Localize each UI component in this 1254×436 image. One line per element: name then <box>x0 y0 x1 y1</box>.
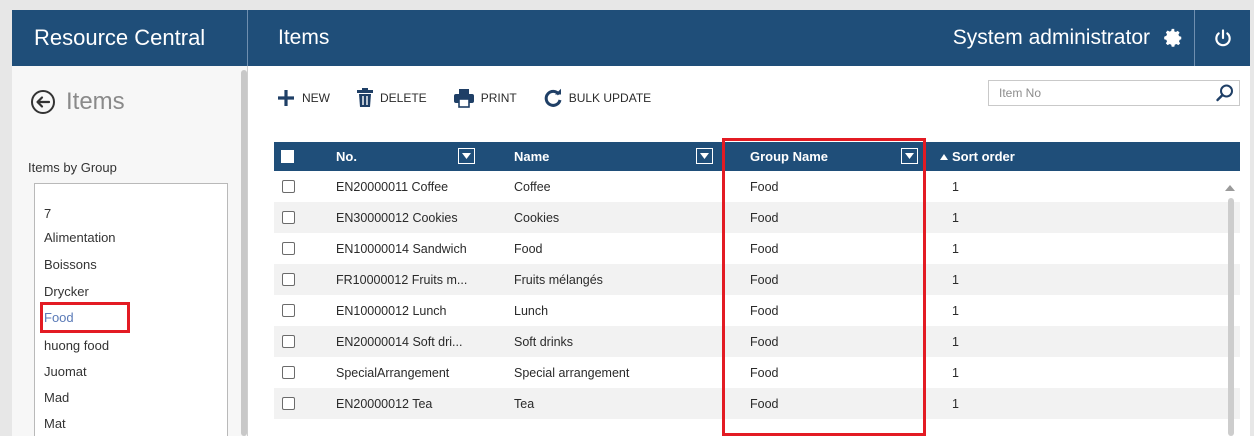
select-all-checkbox[interactable] <box>281 150 294 163</box>
group-item[interactable]: 7 <box>44 206 51 221</box>
new-button-label: NEW <box>302 91 330 105</box>
delete-button-label: DELETE <box>380 91 427 105</box>
cell-no: EN10000014 Sandwich <box>336 241 467 256</box>
user-name[interactable]: System administrator <box>953 26 1150 50</box>
app-window: Resource Central Items System administra… <box>12 10 1250 436</box>
row-checkbox[interactable] <box>282 180 295 193</box>
search-box <box>988 80 1240 106</box>
cell-name: Cookies <box>514 210 560 225</box>
new-button[interactable]: NEW <box>276 88 330 108</box>
printer-icon <box>453 89 474 108</box>
group-item[interactable]: huong food <box>44 338 109 353</box>
search-input[interactable] <box>989 81 1209 105</box>
cell-name: Fruits mélangés <box>514 272 603 287</box>
group-item[interactable]: Drycker <box>44 284 89 299</box>
grid-scrollbar[interactable] <box>1228 198 1234 436</box>
filter-no-button[interactable] <box>458 148 475 164</box>
refresh-icon <box>544 88 562 107</box>
highlight-box-food-group <box>40 302 130 333</box>
group-item[interactable]: Alimentation <box>44 230 116 245</box>
top-bar: Resource Central Items System administra… <box>12 10 1250 66</box>
panel-title: Items <box>66 88 125 115</box>
group-item[interactable]: Mad <box>44 390 69 405</box>
toolbar: NEW DELETE PRINT BULK UPDATE <box>276 86 677 110</box>
cell-no: EN20000012 Tea <box>336 396 433 411</box>
plus-icon <box>278 90 294 106</box>
row-checkbox[interactable] <box>282 211 295 224</box>
cell-sort-order: 1 <box>952 272 959 287</box>
app-title[interactable]: Resource Central <box>12 10 248 66</box>
cell-sort-order: 1 <box>952 365 959 380</box>
cell-sort-order: 1 <box>952 210 959 225</box>
cell-no: EN30000012 Cookies <box>336 210 458 225</box>
highlight-box-group-name-column <box>722 138 926 436</box>
column-header-no[interactable]: No. <box>336 142 357 171</box>
cell-sort-order: 1 <box>952 303 959 318</box>
filter-dropdown-icon <box>462 153 471 159</box>
group-item[interactable]: Juomat <box>44 364 87 379</box>
filter-dropdown-icon <box>700 153 709 159</box>
search-icon[interactable] <box>1215 83 1235 103</box>
back-navigation[interactable]: Items <box>30 82 125 122</box>
column-header-sort-order[interactable]: Sort order <box>940 142 1015 171</box>
logout-button[interactable] <box>1194 10 1250 66</box>
filter-name-button[interactable] <box>696 148 713 164</box>
print-button-label: PRINT <box>480 91 517 105</box>
power-icon <box>1214 29 1231 47</box>
scroll-up-arrow[interactable] <box>1225 178 1235 196</box>
delete-button[interactable]: DELETE <box>356 88 427 108</box>
bulk-update-button[interactable]: BULK UPDATE <box>543 88 651 108</box>
row-checkbox[interactable] <box>282 366 295 379</box>
sort-ascending-icon <box>940 153 948 160</box>
column-header-sort-order-label: Sort order <box>952 149 1015 164</box>
cell-no: EN20000014 Soft dri... <box>336 334 463 349</box>
bulk-update-button-label: BULK UPDATE <box>568 91 652 105</box>
column-header-name[interactable]: Name <box>514 142 549 171</box>
cell-no: EN20000011 Coffee <box>336 179 449 194</box>
left-panel-scrollbar[interactable] <box>241 70 247 436</box>
group-item[interactable]: Mat <box>44 416 66 431</box>
row-checkbox[interactable] <box>282 304 295 317</box>
cell-no: FR10000012 Fruits m... <box>336 272 468 287</box>
user-menu[interactable]: System administrator <box>953 10 1184 66</box>
group-item[interactable]: Boissons <box>44 257 97 272</box>
group-list-caption: Items by Group <box>28 160 117 175</box>
cell-name: Food <box>514 241 543 256</box>
cell-name: Tea <box>514 396 535 411</box>
cell-no: EN10000012 Lunch <box>336 303 447 318</box>
cell-name: Lunch <box>514 303 549 318</box>
cell-no: SpecialArrangement <box>336 365 450 380</box>
cell-name: Soft drinks <box>514 334 574 349</box>
cell-sort-order: 1 <box>952 396 959 411</box>
row-checkbox[interactable] <box>282 335 295 348</box>
gear-icon[interactable] <box>1162 27 1184 49</box>
page-title: Items <box>278 26 330 49</box>
print-button[interactable]: PRINT <box>453 88 517 108</box>
cell-sort-order: 1 <box>952 179 959 194</box>
back-arrow-icon[interactable] <box>30 89 56 115</box>
cell-name: Coffee <box>514 179 551 194</box>
chevron-up-icon <box>1225 185 1235 191</box>
cell-name: Special arrangement <box>514 365 630 380</box>
row-checkbox[interactable] <box>282 242 295 255</box>
cell-sort-order: 1 <box>952 334 959 349</box>
trash-icon <box>357 88 373 107</box>
row-checkbox[interactable] <box>282 273 295 286</box>
cell-sort-order: 1 <box>952 241 959 256</box>
row-checkbox[interactable] <box>282 397 295 410</box>
